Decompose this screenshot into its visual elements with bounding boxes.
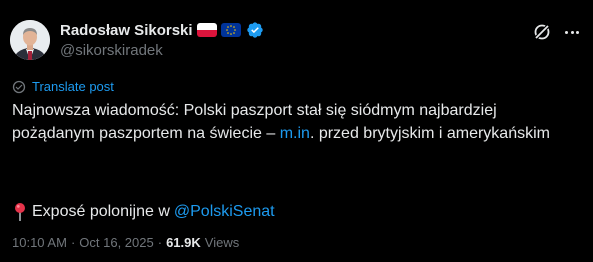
post-meta: 10:10 AM · Oct 16, 2025 · 61.9K Views <box>12 235 239 250</box>
translate-post-label[interactable]: Translate post <box>32 79 114 94</box>
views-count[interactable]: 61.9K <box>166 235 201 250</box>
author-handle[interactable]: @sikorskiradek <box>60 42 163 59</box>
meta-separator-2: · <box>157 235 163 250</box>
meta-separator: · <box>70 235 76 250</box>
flag-eu-icon <box>220 23 241 37</box>
post-line-2-text: Exposé polonijne w <box>32 203 170 220</box>
post-text-part-2: . przed brytyjskim i amerykańskim <box>309 125 550 142</box>
translate-post-link[interactable]: Translate post <box>12 79 114 94</box>
more-options-icon[interactable] <box>562 22 582 42</box>
author-display-name[interactable]: Radosław Sikorski <box>60 22 193 39</box>
post-link[interactable]: m.in <box>280 125 310 142</box>
verified-badge-icon[interactable] <box>246 21 264 39</box>
post-date[interactable]: Oct 16, 2025 <box>79 235 153 250</box>
post-time[interactable]: 10:10 AM <box>12 235 67 250</box>
translate-icon <box>12 80 26 94</box>
grok-icon[interactable] <box>532 22 552 42</box>
author-name-row: Radosław Sikorski <box>60 20 264 40</box>
tweet: Radosław Sikorski @sikorskiradek Transla… <box>0 0 593 262</box>
post-text: Najnowsza wiadomość: Polski paszport sta… <box>12 99 577 145</box>
round-pushpin-icon <box>12 202 28 222</box>
flag-poland-icon <box>196 23 217 37</box>
mention-link[interactable]: @PolskiSenat <box>174 200 275 223</box>
avatar[interactable] <box>10 20 50 60</box>
views-label: Views <box>204 235 240 250</box>
post-text-line-2: Exposé polonijne w @PolskiSenat <box>12 200 275 223</box>
